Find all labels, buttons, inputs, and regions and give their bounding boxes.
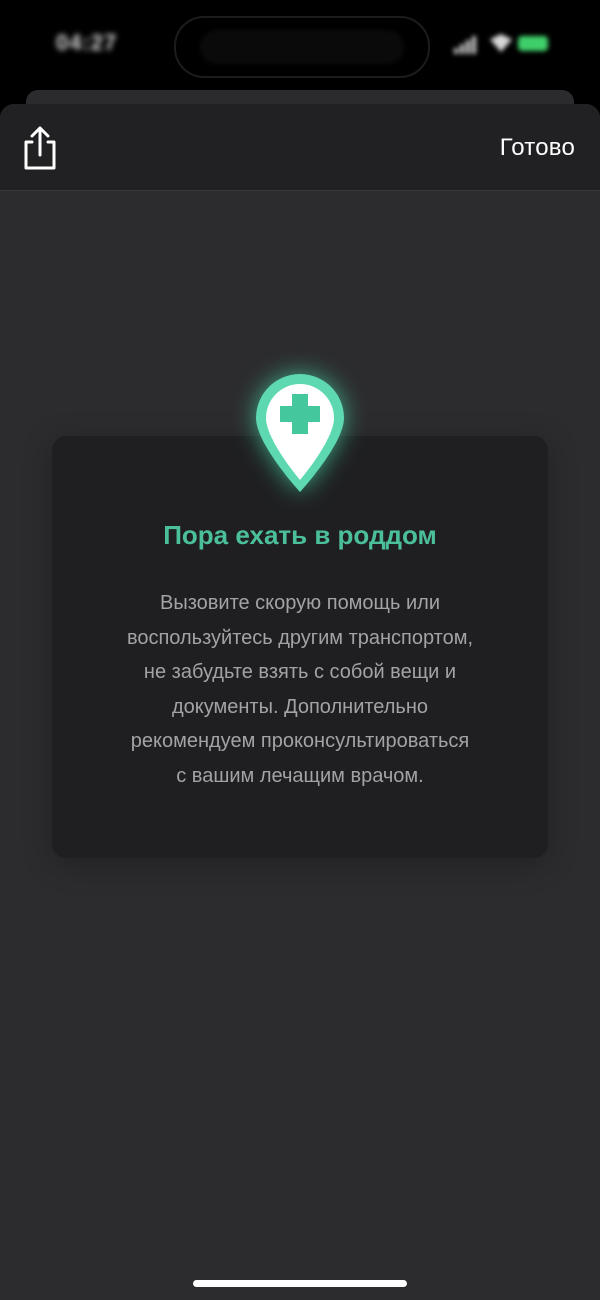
location-pin-medical-cross-icon [256, 374, 344, 492]
modal-sheet: Готово Пора ехать в роддом Вызовите скор… [0, 104, 600, 1300]
alert-card: Пора ехать в роддом Вызовите скорую помо… [52, 436, 548, 858]
share-icon [24, 126, 56, 170]
dynamic-island [174, 16, 430, 78]
done-button[interactable]: Готово [500, 134, 575, 162]
card-title: Пора ехать в роддом [163, 520, 437, 550]
nav-bar: Готово [0, 104, 600, 191]
home-indicator[interactable] [193, 1280, 407, 1287]
status-bar: 04:27 [0, 0, 600, 90]
status-time: 04:27 [56, 30, 118, 55]
signal-icon [454, 48, 458, 54]
card-body: Вызовите скорую помощь или воспользуйтес… [126, 592, 474, 787]
battery-icon [518, 36, 548, 51]
wifi-icon [490, 34, 512, 52]
status-icons [454, 34, 550, 54]
share-button[interactable] [18, 124, 62, 172]
